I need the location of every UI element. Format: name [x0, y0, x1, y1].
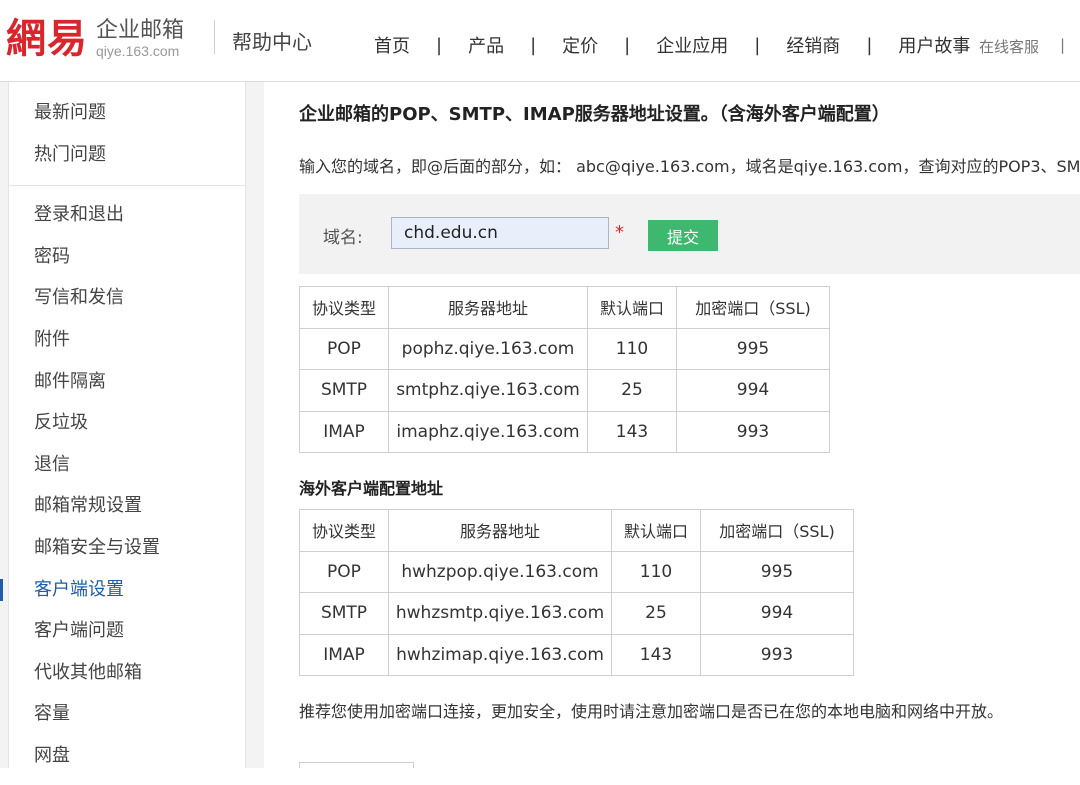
- sidebar: 最新问题 热门问题 登录和退出 密码 写信和发信 附件 邮件隔离 反垃圾 退信 …: [0, 82, 246, 768]
- sidebar-item-compose-send[interactable]: 写信和发信: [9, 277, 245, 319]
- logo-divider: [214, 20, 215, 54]
- table-header-row: 协议类型 服务器地址 默认端口 加密端口（SSL): [299, 286, 830, 329]
- nav-separator: |: [1060, 36, 1066, 54]
- domain-label: 域名:: [323, 228, 363, 248]
- top-header: 網易 企业邮箱 qiye.163.com 帮助中心 首页 | 产品 | 定价 |…: [0, 0, 1080, 82]
- nav-enterprise-apps[interactable]: 企业应用: [656, 32, 728, 58]
- sidebar-item-quarantine[interactable]: 邮件隔离: [9, 361, 245, 403]
- sidebar-item-security-settings[interactable]: 邮箱安全与设置: [9, 527, 245, 569]
- nav-products[interactable]: 产品: [468, 32, 504, 58]
- table-row: POP hwhzpop.qiye.163.com 110 995: [299, 550, 854, 593]
- column-header: 服务器地址: [388, 509, 612, 552]
- nav-separator: |: [436, 34, 443, 56]
- server-table: 协议类型 服务器地址 默认端口 加密端口（SSL) POP pophz.qiye…: [299, 286, 830, 453]
- table-cell: IMAP: [299, 633, 389, 676]
- sidebar-item-fetch-other-mail[interactable]: 代收其他邮箱: [9, 652, 245, 694]
- sidebar-group-featured: 最新问题 热门问题: [9, 82, 245, 187]
- table-row: POP pophz.qiye.163.com 110 995: [299, 327, 830, 370]
- table-header-row: 协议类型 服务器地址 默认端口 加密端口（SSL): [299, 509, 854, 552]
- logo-subtitle: qiye.163.com: [96, 42, 180, 59]
- logo-mark: 網易: [6, 15, 88, 62]
- table-cell: hwhzsmtp.qiye.163.com: [388, 592, 612, 635]
- table-cell: 993: [676, 410, 830, 453]
- intro-text: 输入您的域名，即@后面的部分，如： abc@qiye.163.com，域名是qi…: [299, 157, 1080, 176]
- nav-user-stories[interactable]: 用户故事: [898, 32, 970, 58]
- table-cell: hwhzimap.qiye.163.com: [388, 633, 612, 676]
- nav-separator: |: [530, 34, 537, 56]
- table-cell: POP: [299, 327, 389, 370]
- table-cell: pophz.qiye.163.com: [388, 327, 588, 370]
- help-center-title[interactable]: 帮助中心: [232, 26, 312, 55]
- required-marker: *: [615, 222, 624, 243]
- table-cell: imaphz.qiye.163.com: [388, 410, 588, 453]
- table-cell: POP: [299, 550, 389, 593]
- sidebar-item-hot[interactable]: 热门问题: [9, 134, 245, 176]
- table-cell: 994: [676, 369, 830, 412]
- sidebar-item-antispam[interactable]: 反垃圾: [9, 402, 245, 444]
- sidebar-group-topics: 登录和退出 密码 写信和发信 附件 邮件隔离 反垃圾 退信 邮箱常规设置 邮箱安…: [0, 186, 245, 784]
- overseas-server-table: 协议类型 服务器地址 默认端口 加密端口（SSL) POP hwhzpop.qi…: [299, 509, 854, 676]
- table-row: SMTP smtphz.qiye.163.com 25 994: [299, 369, 830, 412]
- table-cell: 25: [587, 369, 677, 412]
- column-header: 协议类型: [299, 509, 389, 552]
- column-header: 加密端口（SSL): [700, 509, 854, 552]
- column-header: 服务器地址: [388, 286, 588, 329]
- table-cell: 995: [676, 327, 830, 370]
- column-header: 默认端口: [611, 509, 701, 552]
- nav-separator: |: [866, 34, 873, 56]
- table-cell: 143: [611, 633, 701, 676]
- sidebar-item-general-settings[interactable]: 邮箱常规设置: [9, 485, 245, 527]
- logo-title: 企业邮箱: [96, 17, 185, 43]
- partial-bottom-box: [299, 762, 414, 768]
- table-row: SMTP hwhzsmtp.qiye.163.com 25 994: [299, 592, 854, 635]
- nav-dealers[interactable]: 经销商: [786, 32, 840, 58]
- table-cell: SMTP: [299, 369, 389, 412]
- table-row: IMAP imaphz.qiye.163.com 143 993: [299, 410, 830, 453]
- table-cell: SMTP: [299, 592, 389, 635]
- domain-input[interactable]: [391, 217, 609, 249]
- sidebar-item-bounce[interactable]: 退信: [9, 444, 245, 486]
- domain-query-form: 域名: * 提交: [299, 194, 1080, 274]
- netease-logo[interactable]: 網易 企业邮箱 qiye.163.com: [6, 14, 184, 64]
- nav-home[interactable]: 首页: [374, 32, 410, 58]
- column-header: 加密端口（SSL): [676, 286, 830, 329]
- sidebar-item-client-issues[interactable]: 客户端问题: [9, 610, 245, 652]
- overseas-section-title: 海外客户端配置地址: [299, 479, 444, 498]
- nav-separator: |: [754, 34, 761, 56]
- column-header: 默认端口: [587, 286, 677, 329]
- sidebar-background: 最新问题 热门问题 登录和退出 密码 写信和发信 附件 邮件隔离 反垃圾 退信 …: [0, 82, 264, 768]
- sidebar-item-capacity[interactable]: 容量: [9, 693, 245, 735]
- main-content: 企业邮箱的POP、SMTP、IMAP服务器地址设置。（含海外客户端配置） 输入您…: [264, 82, 1080, 768]
- nav-pricing[interactable]: 定价: [562, 32, 598, 58]
- table-cell: 994: [700, 592, 854, 635]
- submit-button[interactable]: 提交: [648, 220, 718, 251]
- table-cell: IMAP: [299, 410, 389, 453]
- table-cell: 143: [587, 410, 677, 453]
- nav-separator: |: [624, 34, 631, 56]
- table-row: IMAP hwhzimap.qiye.163.com 143 993: [299, 633, 854, 676]
- page-title: 企业邮箱的POP、SMTP、IMAP服务器地址设置。（含海外客户端配置）: [299, 104, 890, 125]
- main-nav: 首页 | 产品 | 定价 | 企业应用 | 经销商 | 用户故事: [374, 32, 970, 58]
- table-cell: 110: [587, 327, 677, 370]
- table-cell: 993: [700, 633, 854, 676]
- table-cell: smtphz.qiye.163.com: [388, 369, 588, 412]
- table-cell: 25: [611, 592, 701, 635]
- sidebar-item-netdisk[interactable]: 网盘: [9, 735, 245, 777]
- recommendation-note: 推荐您使用加密端口连接，更加安全，使用时请注意加密端口是否已在您的本地电脑和网络…: [299, 702, 1004, 721]
- table-cell: 995: [700, 550, 854, 593]
- table-cell: hwhzpop.qiye.163.com: [388, 550, 612, 593]
- sidebar-item-attachments[interactable]: 附件: [9, 319, 245, 361]
- table-cell: 110: [611, 550, 701, 593]
- sidebar-item-client-settings[interactable]: 客户端设置: [0, 569, 245, 611]
- sidebar-item-latest[interactable]: 最新问题: [9, 92, 245, 134]
- column-header: 协议类型: [299, 286, 389, 329]
- sidebar-item-password[interactable]: 密码: [9, 236, 245, 278]
- online-service-link[interactable]: 在线客服: [979, 36, 1039, 57]
- sidebar-item-login-logout[interactable]: 登录和退出: [9, 194, 245, 236]
